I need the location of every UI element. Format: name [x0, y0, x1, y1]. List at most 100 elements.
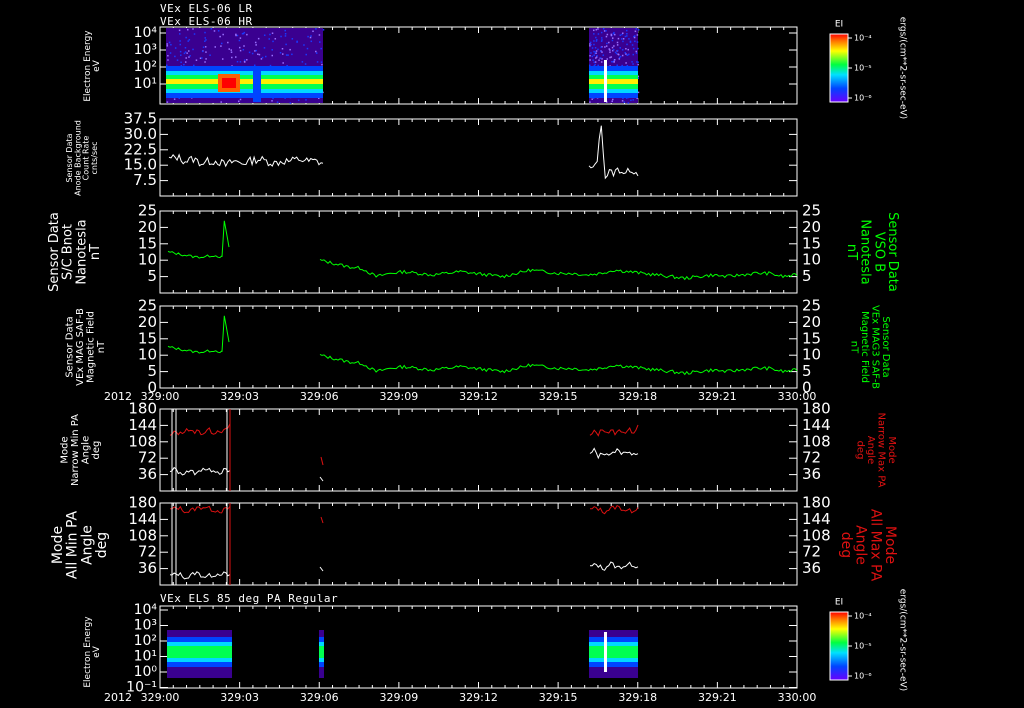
y-axis-label: nT — [88, 244, 103, 260]
x-tick-label: 329:15 — [539, 691, 578, 704]
y-axis-label: eV — [92, 59, 102, 72]
spectro-seg2-speck — [612, 48, 615, 51]
y-tick-label-right: 20 — [802, 313, 821, 331]
spectro7-gap — [604, 632, 607, 672]
spectro-seg2-speck — [595, 36, 597, 39]
spectro-seg2-speck — [593, 33, 595, 35]
colorbar-tick-label: 10⁻⁶ — [854, 672, 872, 681]
spectro-seg1-speck — [230, 49, 232, 51]
y-tick-label-right: 15 — [802, 234, 821, 252]
spectro-seg2-speck — [594, 61, 597, 63]
spectro-seg1-speck — [193, 64, 195, 67]
spectro-seg1-speck — [185, 36, 187, 39]
spectro-seg2-speck — [608, 41, 610, 44]
spectro-seg2-speck — [627, 48, 630, 51]
y-tick-label-right: 180 — [802, 400, 831, 418]
spectro-seg1-speck — [271, 100, 273, 102]
spectro-seg1-speck — [291, 53, 293, 56]
series-dot — [319, 566, 324, 572]
x-tick-label: 329:21 — [698, 691, 737, 704]
spectro-seg2-speck — [635, 52, 638, 54]
spectro-seg1-speck — [282, 62, 284, 64]
spectro-seg2-speck — [601, 37, 603, 39]
spectro-seg2-speck — [598, 59, 600, 61]
spectro-seg2-speck — [610, 33, 613, 36]
spectro-seg2-speck — [600, 61, 603, 63]
y-tick-label: 0 — [147, 379, 157, 397]
spectro-seg2-speck — [629, 41, 632, 43]
spectro-seg2-speck — [606, 58, 608, 60]
y-tick-label-right: 72 — [802, 449, 821, 467]
spectro-seg1-speck — [201, 57, 203, 59]
y-tick-label: 10¹ — [134, 649, 157, 665]
spectro-seg1-speck — [315, 52, 318, 54]
spectro-seg1-speck — [291, 38, 294, 40]
colorbar-units: ergs/(cm**2-sr-sec-eV) — [898, 589, 908, 691]
spectro-seg2-speck — [628, 38, 630, 40]
spectro-seg1-speck — [187, 40, 189, 42]
spectro-seg2-speck — [600, 46, 602, 48]
spectro-seg1-speck — [255, 49, 257, 52]
spectro-seg1-speck — [237, 100, 240, 103]
spectro-seg1-speck — [169, 52, 172, 54]
y-axis-label: Angle — [80, 436, 91, 464]
spectro-seg1-speck — [257, 37, 260, 40]
spectro-seg2-speck — [617, 37, 620, 40]
spectro-seg1-speck — [235, 33, 237, 36]
spectro-seg1-speck — [205, 39, 207, 41]
spectro-seg2-speck — [605, 45, 608, 47]
spectro-seg2-speck — [593, 61, 595, 64]
y-axis-label-right: VEx MAG3 SAF-B — [869, 305, 880, 389]
series-min-pa — [169, 571, 231, 580]
y-axis-label: cnts/sec — [90, 142, 99, 175]
spectro-seg2-speck — [611, 37, 614, 39]
spectro-seg1-speck — [271, 32, 274, 34]
spectro-seg2-speck — [602, 54, 605, 56]
series-max-pa — [169, 423, 231, 436]
spectro-seg1-speck — [231, 56, 233, 59]
spectro-seg2-speck — [630, 99, 632, 102]
spectro-seg1-speck — [185, 57, 187, 59]
y-tick-label-right: 36 — [802, 559, 821, 577]
spectro-seg2-speck — [634, 35, 636, 37]
spectro-seg1-speck — [239, 61, 242, 63]
spectro-seg2-speck — [594, 47, 597, 49]
spectro-seg1-speck — [168, 41, 171, 44]
spectro-seg2-speck — [635, 28, 638, 30]
spectro-seg1-speck — [239, 49, 242, 52]
y-tick-label-right: 108 — [802, 432, 831, 450]
spectro-seg2-speck — [597, 33, 600, 35]
spectro-seg2-speck — [599, 57, 602, 59]
spectro-seg1-speck — [243, 59, 246, 61]
spectro-seg2-speck — [623, 101, 626, 103]
y-tick-label: 15 — [138, 234, 157, 252]
spectro-seg2-speck — [589, 59, 591, 61]
spectro-seg1-speck — [305, 53, 307, 56]
y-axis-label-right: Magnetic Field — [859, 311, 870, 383]
spectro-seg2-speck — [627, 102, 630, 104]
spectro-seg1-speck — [201, 50, 204, 53]
spectro-seg1-speck — [214, 46, 216, 48]
y-axis-label-right: All Max PA — [867, 509, 883, 582]
spectro-seg2-speck — [590, 52, 592, 54]
x-tick-label: 329:18 — [618, 390, 657, 403]
spectro-seg1-speck — [243, 45, 245, 47]
spectro-seg2-speck — [616, 49, 619, 52]
series-dot — [320, 456, 324, 466]
y-axis-label: Angle — [79, 525, 95, 565]
y-tick-label: 7.5 — [133, 171, 157, 189]
spectro-seg1-speck — [320, 47, 322, 50]
spectro-seg1-speck — [272, 40, 274, 43]
y-tick-label: 10³ — [134, 42, 157, 58]
spectro-seg1-speck — [235, 56, 237, 58]
spectro-seg1-speck — [167, 54, 169, 57]
spectro-seg1-speck — [204, 61, 206, 63]
spectro-seg1-speck — [222, 33, 224, 36]
spectro-seg2-speck — [625, 29, 628, 32]
spectro-seg1-speck — [282, 53, 284, 55]
spectro-seg1-speck — [307, 35, 309, 38]
spectro-seg2-speck — [589, 101, 591, 103]
colorbar-tick-label: 10⁻⁵ — [854, 642, 872, 651]
spectro-seg1-speck — [238, 39, 241, 42]
y-axis-label-right: Mode — [882, 526, 898, 564]
